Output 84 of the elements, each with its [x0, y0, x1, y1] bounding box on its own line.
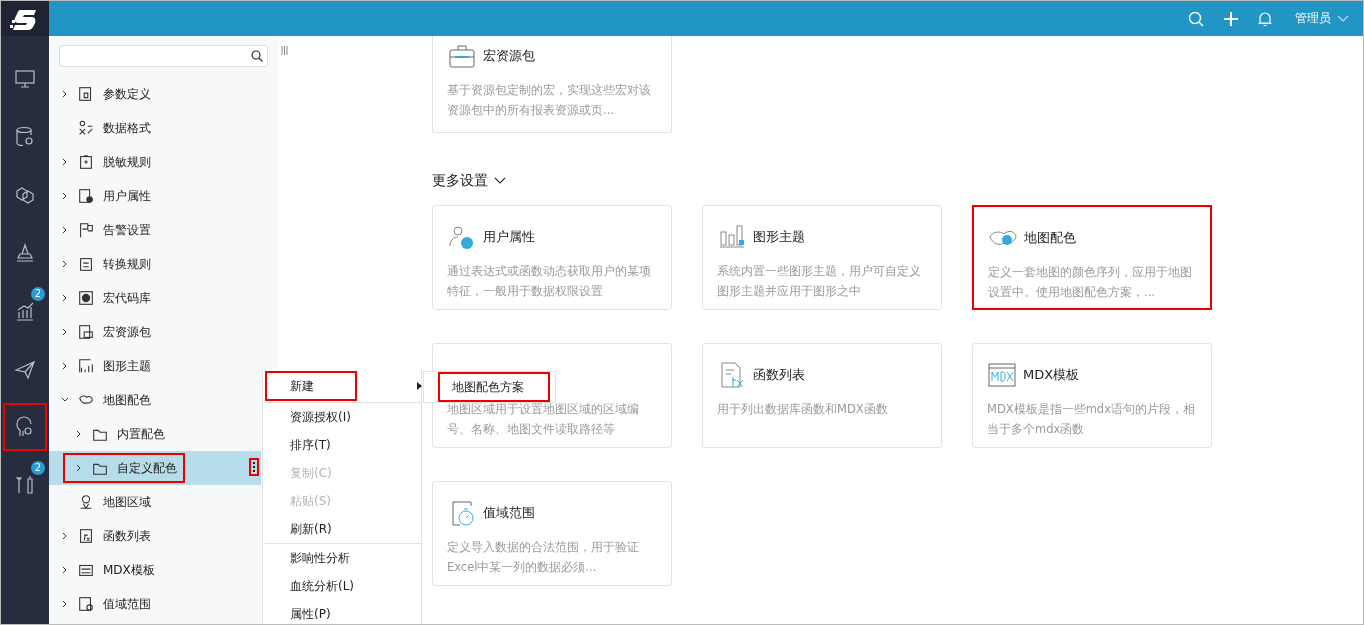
drag-handle-icon[interactable]: [280, 46, 288, 55]
item-icon: [77, 153, 95, 171]
setting-card[interactable]: 图形主题 系统内置一些图形主题，用户可自定义图形主题并应用于图形之中: [702, 205, 942, 310]
menu-item[interactable]: 资源授权(I): [265, 403, 421, 431]
card-title: 用户属性: [483, 228, 535, 246]
card-description: 系统内置一些图形主题，用户可自定义图形主题并应用于图形之中: [717, 263, 922, 300]
tree-item[interactable]: 数据格式: [49, 111, 261, 145]
tree-item[interactable]: 地图区域: [49, 485, 261, 519]
tree-item[interactable]: 自定义配色: [49, 451, 261, 485]
chevron-right-icon[interactable]: [61, 226, 69, 234]
menu-item[interactable]: 地图配色方案: [438, 372, 550, 402]
tree-item[interactable]: 图形主题: [49, 349, 261, 383]
card-description: 用于列出数据库函数和MDX函数: [717, 401, 889, 418]
setting-card[interactable]: 值域范围 定义导入数据的合法范围，用于验证Excel中某一列的数据必须...: [432, 481, 672, 586]
menu-item[interactable]: 排序(T): [265, 431, 421, 459]
toolbox-icon: [447, 42, 477, 70]
chevron-right-icon[interactable]: [75, 430, 83, 438]
card-description: 基于资源包定制的宏，实现这些宏对该资源包中的所有报表资源或页...: [447, 82, 652, 119]
chevron-right-icon[interactable]: [61, 566, 69, 574]
chevron-right-icon[interactable]: [61, 260, 69, 268]
count-badge: 2: [31, 287, 45, 301]
tree-item[interactable]: MDX模板: [49, 553, 261, 587]
item-icon: [77, 323, 95, 341]
count-badge: 2: [31, 461, 45, 475]
tree-item[interactable]: 参数定义: [49, 77, 261, 111]
chevron-down-icon[interactable]: [494, 177, 506, 185]
chevron-right-icon[interactable]: [61, 158, 69, 166]
menu-item[interactable]: 血统分析(L): [265, 572, 421, 600]
item-icon: [77, 221, 95, 239]
chevron-right-icon[interactable]: [75, 464, 83, 472]
card-title: MDX模板: [1023, 366, 1080, 384]
card-description: 定义一套地图的颜色序列，应用于地图设置中。使用地图配色方案，...: [988, 264, 1193, 301]
chevron-right-icon[interactable]: [61, 362, 69, 370]
monitor-icon: [13, 67, 37, 91]
chevron-right-icon[interactable]: [61, 192, 69, 200]
setting-card[interactable]: 用户属性 通过表达式或函数动态获取用户的某项特征，一般用于数据权限设置: [432, 205, 672, 310]
tree-item[interactable]: 用户属性: [49, 179, 261, 213]
item-icon: [77, 595, 95, 613]
tree-item[interactable]: 内置配色: [49, 417, 261, 451]
card-title: 地图配色: [1024, 229, 1076, 247]
section-title[interactable]: 更多设置: [432, 172, 488, 190]
setting-card[interactable]: 地图配色 定义一套地图的颜色序列，应用于地图设置中。使用地图配色方案，...: [972, 205, 1212, 310]
plus-icon[interactable]: [1223, 10, 1239, 27]
card-title: 宏资源包: [483, 47, 535, 65]
card-description: 地图区域用于设置地图区域的区域编号、名称、地图文件读取路径等: [447, 401, 640, 438]
tree-item[interactable]: 脱敏规则: [49, 145, 261, 179]
logo-icon[interactable]: [1, 1, 49, 36]
menu-item[interactable]: 属性(P): [265, 600, 421, 624]
search-icon[interactable]: [251, 50, 263, 62]
nav-button[interactable]: [3, 403, 47, 451]
setting-card[interactable]: 宏资源包 基于资源包定制的宏，实现这些宏对该资源包中的所有报表资源或页...: [432, 36, 672, 133]
tree-item[interactable]: 宏代码库: [49, 281, 261, 315]
card-title: 值域范围: [483, 504, 535, 522]
tree-item[interactable]: 地图配色: [49, 383, 261, 417]
card-description: 通过表达式或函数动态获取用户的某项特征，一般用于数据权限设置: [447, 263, 652, 300]
tree-item[interactable]: 值域范围: [49, 587, 261, 621]
bell-icon[interactable]: [1258, 10, 1272, 27]
chevron-right-icon[interactable]: [61, 532, 69, 540]
item-icon: [77, 255, 95, 273]
search-field[interactable]: [59, 45, 268, 67]
item-icon: [77, 527, 95, 545]
item-icon: [77, 119, 95, 137]
setting-card[interactable]: 函数列表 用于列出数据库函数和MDX函数: [702, 343, 942, 448]
item-icon: [77, 357, 95, 375]
card-description: 定义导入数据的合法范围，用于验证Excel中某一列的数据必须...: [447, 539, 640, 576]
tree-item[interactable]: 函数列表: [49, 519, 261, 553]
card-title: 图形主题: [753, 228, 805, 246]
chevron-right-icon[interactable]: [61, 600, 69, 608]
tree-item[interactable]: 告警设置: [49, 213, 261, 247]
chevron-right-icon[interactable]: [61, 294, 69, 302]
chevron-down-icon[interactable]: [61, 396, 69, 404]
card-title: 函数列表: [753, 366, 805, 384]
setting-card[interactable]: MDX模板 MDX模板是指一些mdx语句的片段，相当于多个mdx函数: [972, 343, 1212, 448]
more-icon[interactable]: [249, 458, 259, 476]
mdx-icon: [987, 360, 1017, 390]
menu-item[interactable]: 影响性分析: [265, 544, 421, 572]
menu-item[interactable]: 刷新(R): [265, 515, 421, 543]
chevron-right-icon[interactable]: [61, 90, 69, 98]
tree-item[interactable]: 宏资源包: [49, 315, 261, 349]
card-description: MDX模板是指一些mdx语句的片段，相当于多个mdx函数: [987, 401, 1196, 438]
tree-item[interactable]: 转换规则: [49, 247, 261, 281]
item-icon: [77, 289, 95, 307]
item-icon: [77, 187, 95, 205]
chevron-right-icon[interactable]: [61, 328, 69, 336]
